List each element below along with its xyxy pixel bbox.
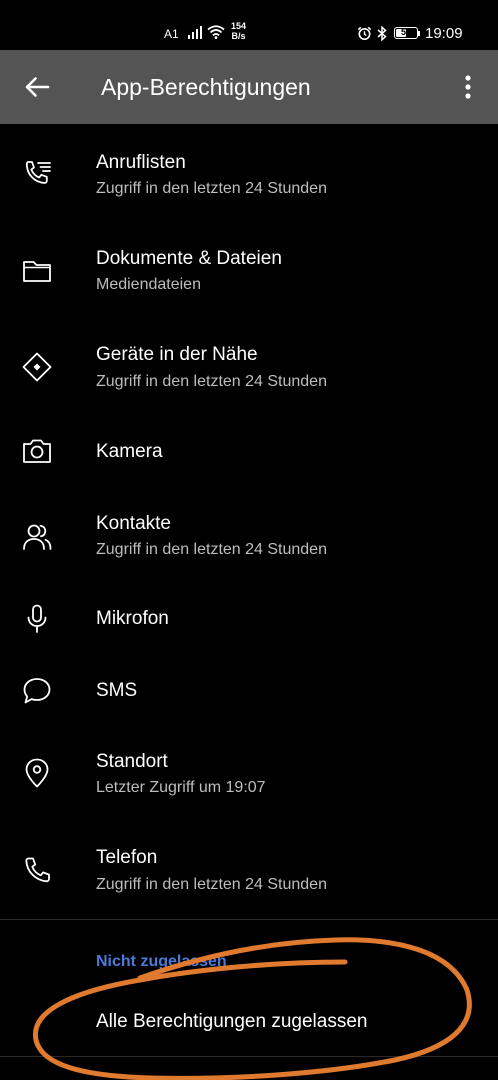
status-bar: A1 154 B/s 53 19:09 [0,0,498,50]
camera-icon [23,439,51,463]
app-permissions-screen: A1 154 B/s 53 19:09 App-Berechtigungen A… [0,0,498,1080]
all-permissions-allowed-label: Alle Berechtigungen zugelassen [96,1011,368,1032]
permission-item-nearby-devices[interactable]: Geräte in der Nähe Zugriff in den letzte… [0,316,498,414]
more-vert-icon[interactable] [456,72,480,102]
permission-subtitle: Mediendateien [96,276,201,293]
permission-subtitle: Zugriff in den letzten 24 Stunden [96,541,327,558]
permission-item-location[interactable]: Standort Letzter Zugriff um 19:07 [0,732,498,832]
battery-tip [418,31,420,36]
permission-item-call-logs[interactable]: Anruflisten Zugriff in den letzten 24 St… [0,124,498,220]
contacts-icon [23,524,52,550]
nearby-devices-icon [22,352,52,382]
network-speed-value: 154 [231,21,247,31]
permission-title: SMS [96,680,138,701]
network-speed-unit: B/s [231,31,246,41]
battery-icon: 53 [394,27,418,39]
carrier-label: A1 [164,27,179,41]
sms-icon [23,678,51,704]
arrow-back-icon[interactable] [22,72,52,102]
permission-title: Standort [96,751,168,772]
bottom-divider [0,1056,498,1057]
permission-item-sms[interactable]: SMS [0,656,498,732]
permission-title: Kamera [96,441,163,462]
clock: 19:09 [425,25,463,42]
permission-title: Anruflisten [96,152,186,173]
permission-subtitle: Zugriff in den letzten 24 Stunden [96,180,327,197]
page-title: App-Berechtigungen [101,74,311,100]
bluetooth-icon [377,26,387,41]
permission-item-camera[interactable]: Kamera [0,414,498,490]
permission-title: Mikrofon [96,608,169,629]
alarm-icon [357,26,372,40]
microphone-icon [27,604,47,633]
permission-subtitle: Zugriff in den letzten 24 Stunden [96,373,327,390]
permission-subtitle: Letzter Zugriff um 19:07 [96,779,266,796]
permission-subtitle: Zugriff in den letzten 24 Stunden [96,876,327,893]
permission-title: Telefon [96,847,158,868]
not-allowed-section-header: Nicht zugelassen [96,953,227,970]
wifi-icon [207,25,225,39]
network-speed: 154 B/s [231,21,246,41]
section-divider [0,919,498,920]
signal-icon [188,26,202,39]
permission-item-phone[interactable]: Telefon Zugriff in den letzten 24 Stunde… [0,832,498,918]
phone-icon [25,857,50,883]
permission-title: Dokumente & Dateien [96,248,282,269]
call-log-icon [25,161,51,184]
location-icon [25,758,49,788]
permission-item-contacts[interactable]: Kontakte Zugriff in den letzten 24 Stund… [0,490,498,588]
battery-level: 53 [400,27,411,37]
permission-item-documents[interactable]: Dokumente & Dateien Mediendateien [0,220,498,316]
folder-icon [23,261,51,282]
permission-title: Kontakte [96,513,171,534]
app-bar: App-Berechtigungen [0,50,498,124]
permission-item-microphone[interactable]: Mikrofon [0,588,498,656]
permission-title: Geräte in der Nähe [96,344,258,365]
